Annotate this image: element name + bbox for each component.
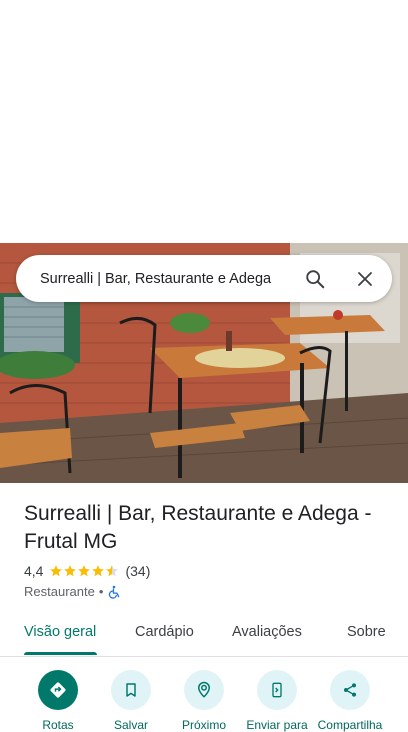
nearby-icon <box>184 670 224 710</box>
bookmark-icon <box>111 670 151 710</box>
category-label: Restaurante <box>24 584 95 599</box>
directions-button[interactable]: Rotas <box>23 670 93 732</box>
rating-value: 4,4 <box>24 563 44 579</box>
star-rating <box>49 564 119 578</box>
save-label: Salvar <box>113 718 148 732</box>
review-count[interactable]: (34) <box>125 563 150 579</box>
search-bar[interactable]: Surrealli | Bar, Restaurante e Adega <box>16 255 392 302</box>
star-icon <box>64 565 77 577</box>
search-icon[interactable] <box>295 259 335 299</box>
star-icon <box>50 565 63 577</box>
active-tab-indicator <box>24 652 97 655</box>
tab-reviews[interactable]: Avaliações <box>232 624 302 640</box>
star-icon <box>78 565 91 577</box>
tab-menu[interactable]: Cardápio <box>135 624 194 640</box>
tab-bar: Visão geral Cardápio Avaliações Sobre <box>0 612 408 657</box>
place-title: Surrealli | Bar, Restaurante e Adega - F… <box>24 502 372 553</box>
rating-row[interactable]: 4,4 (34) <box>24 563 150 579</box>
close-icon[interactable] <box>345 259 385 299</box>
wheelchair-icon <box>109 585 120 599</box>
half-star-icon <box>106 565 119 577</box>
star-icon <box>92 565 105 577</box>
separator: • <box>98 584 104 599</box>
share-label: Compartilha <box>317 718 383 732</box>
send-to-phone-button[interactable]: Enviar para <box>242 670 312 732</box>
send-to-phone-icon <box>257 670 297 710</box>
category-row: Restaurante • <box>24 584 121 599</box>
tab-about[interactable]: Sobre <box>347 624 386 640</box>
directions-label: Rotas <box>42 718 74 732</box>
nearby-button[interactable]: Próximo <box>169 670 239 732</box>
tab-overview[interactable]: Visão geral <box>24 624 96 640</box>
send-to-phone-label: Enviar para <box>246 718 308 732</box>
nearby-label: Próximo <box>181 718 226 732</box>
share-button[interactable]: Compartilha <box>315 670 385 732</box>
save-button[interactable]: Salvar <box>96 670 166 732</box>
share-icon <box>330 670 370 710</box>
search-input[interactable]: Surrealli | Bar, Restaurante e Adega <box>40 271 295 287</box>
directions-icon <box>38 670 78 710</box>
